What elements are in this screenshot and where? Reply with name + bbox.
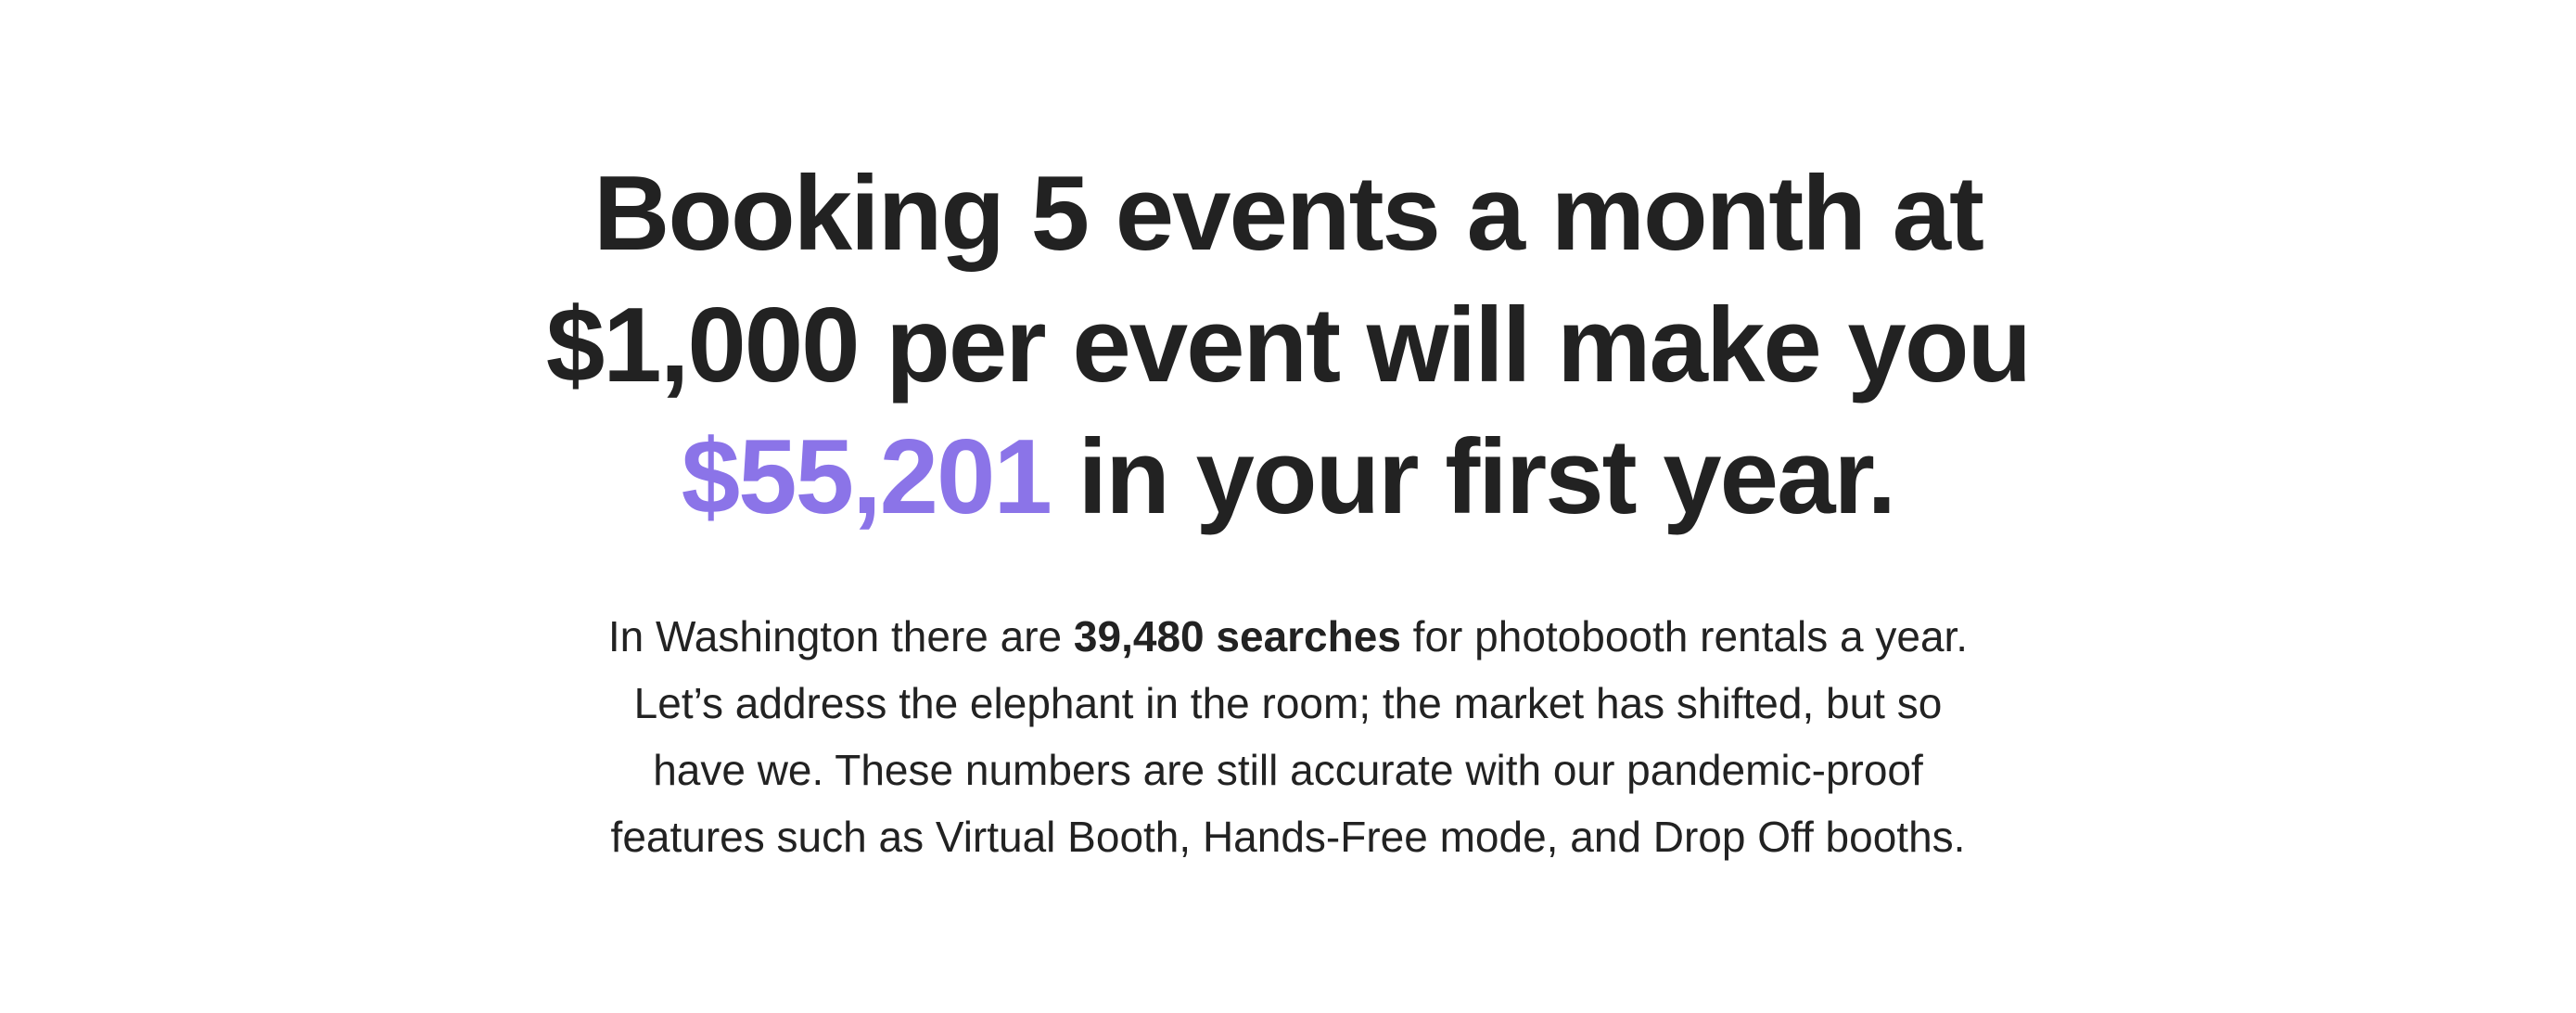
market-description: In Washington there are 39,480 searches … [453,603,2123,870]
earnings-section: Booking 5 events a month at $1,000 per e… [0,0,2576,1013]
earnings-headline: Booking 5 events a month at $1,000 per e… [453,148,2123,544]
description-line-1-prefix: In Washington there are [607,612,1074,660]
search-count: 39,480 searches [1073,612,1401,660]
headline-line-3: $55,201 in your first year. [453,412,2123,544]
description-line-4: features such as Virtual Booth, Hands-Fr… [610,813,1966,861]
headline-line-1: Booking 5 events a month at [593,155,1984,273]
headline-line-2: $1,000 per event will make you [545,287,2032,404]
description-line-3: have we. These numbers are still accurat… [653,746,1923,794]
first-year-earnings-amount: $55,201 [681,418,1052,536]
headline-line-3-rest: in your first year. [1050,418,1897,536]
description-line-2: Let’s address the elephant in the room; … [633,679,1943,727]
description-line-1-suffix: for photobooth rentals a year. [1400,612,1969,660]
description-line-1: In Washington there are 39,480 searches … [453,603,2123,670]
